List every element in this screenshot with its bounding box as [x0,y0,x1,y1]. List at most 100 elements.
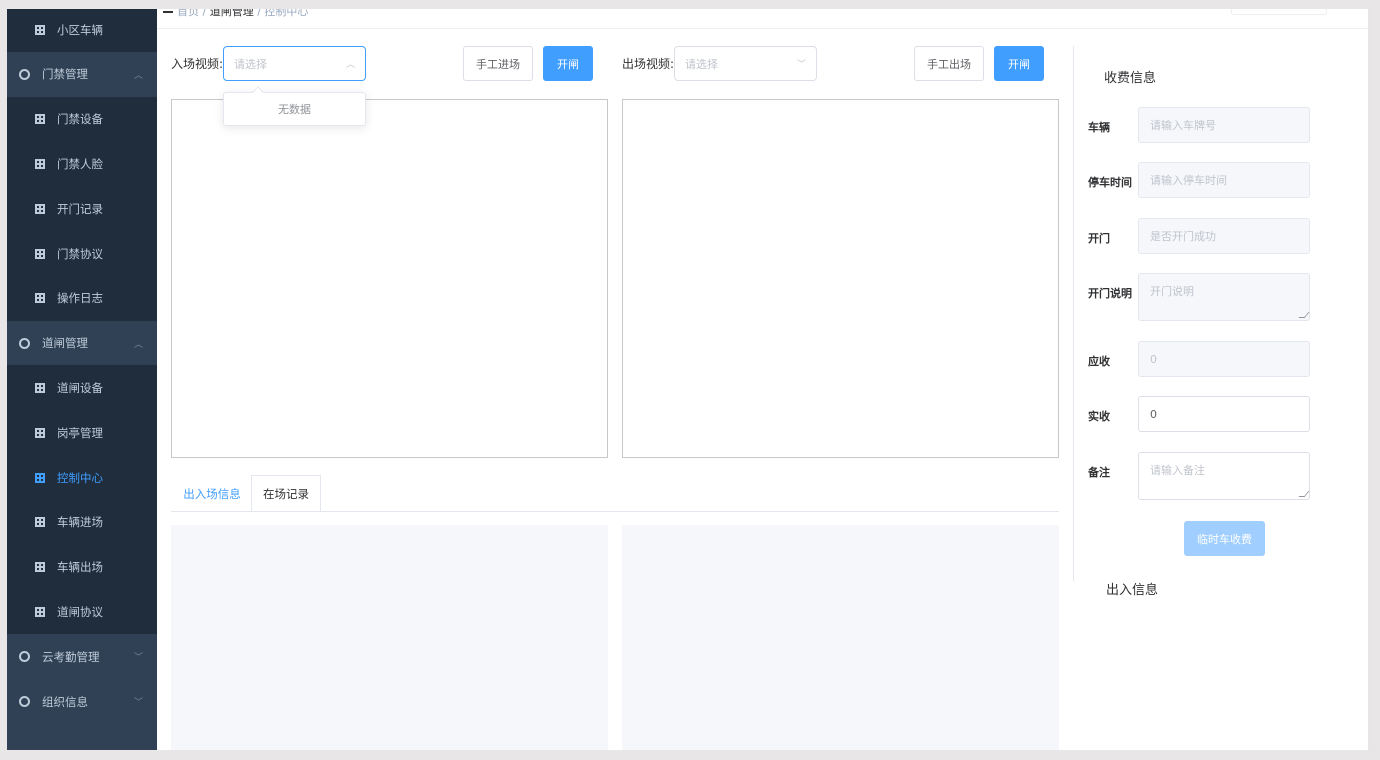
topbar: 首页 / 道闸管理 / 控制中心 [157,9,1371,29]
chevron-down-icon: ﹀ [133,653,143,664]
remark-placeholder: 请输入备注 [1150,464,1205,477]
vehicle-plate-placeholder: 请输入车牌号 [1150,119,1216,132]
sidebar-item-label: 开门记录 [57,201,103,216]
sidebar-item[interactable]: 道闸管理 ︿ [7,320,157,366]
grid-icon [35,158,45,169]
entry-open-gate-button[interactable]: 开闸 [543,46,593,81]
sidebar-item-label: 道闸管理 [42,336,88,351]
grid-icon [35,472,45,483]
hamburger-icon[interactable] [163,9,173,13]
exit-open-gate-button[interactable]: 开闸 [994,46,1044,81]
sidebar-item-label: 门禁人脸 [57,156,103,171]
sidebar-item[interactable]: 门禁协议 [7,231,157,276]
open-note-textarea[interactable]: 开门说明 [1138,273,1310,321]
grid-icon [35,248,45,259]
parking-time-input[interactable]: 请输入停车时间 [1138,162,1310,198]
resize-grip-icon[interactable] [1298,491,1310,497]
gear-icon [19,696,30,707]
sidebar-item[interactable]: 控制中心 [7,455,157,500]
breadcrumb-current: 控制中心 [264,9,309,18]
field-label-open-door: 开门 [1088,232,1110,245]
io-info-panel-left [171,525,608,750]
dropdown-arrow [252,86,264,98]
sidebar-item-label: 道闸协议 [57,604,103,619]
chevron-up-icon: ︿ [133,70,143,81]
sidebar: 小区车辆 门禁管理 ︿ 门禁设备门禁人脸开门记录门禁协议操作日志道闸管理 ︿ 道闸设备岗亭… [7,9,157,750]
chevron-up-icon: ︿ [133,339,143,350]
sidebar-item[interactable]: 道闸协议 [7,589,157,635]
parking-time-placeholder: 请输入停车时间 [1150,174,1227,187]
field-label-receivable: 应收 [1088,355,1110,368]
gear-icon [19,68,30,80]
entry-select-dropdown: 无数据 [223,86,366,126]
field-label-parking-time: 停车时间 [1088,176,1132,189]
temp-vehicle-charge-button[interactable]: 临时车收费 [1184,521,1265,556]
sidebar-item[interactable]: 门禁设备 [7,96,157,142]
sidebar-item[interactable]: 门禁人脸 [7,141,157,187]
chevron-down-icon: ﹀ [796,60,806,70]
received-input[interactable]: 0 [1138,396,1310,432]
sidebar-item-label: 岗亭管理 [57,425,103,440]
sidebar-item[interactable]: 道闸设备 [7,365,157,411]
grid-icon [35,382,45,393]
vehicle-plate-input[interactable]: 请输入车牌号 [1138,107,1310,143]
open-door-input[interactable]: 是否开门成功 [1138,218,1310,254]
sidebar-item-label: 车辆进场 [57,515,103,530]
tab-onsite-records[interactable]: 在场记录 [251,475,321,512]
grid-icon [35,562,45,573]
grid-icon [35,203,45,214]
field-label-received: 实收 [1088,410,1110,423]
entry-select-placeholder: 请选择 [234,57,267,71]
exit-video-select[interactable]: 请选择 ﹀ [674,46,817,81]
grid-icon [35,24,45,35]
sidebar-item[interactable]: 操作日志 [7,275,157,321]
breadcrumb: 首页 / 道闸管理 / 控制中心 [177,9,308,19]
fee-info-title: 收费信息 [1104,71,1157,86]
io-info-panel-right [622,525,1059,750]
remark-textarea[interactable]: 请输入备注 [1138,452,1310,500]
sidebar-item[interactable]: 云考勤管理 ﹀ [7,634,157,680]
sidebar-item[interactable]: 小区车辆 [7,9,157,52]
manual-exit-button[interactable]: 手工出场 [914,46,984,81]
sidebar-item[interactable]: 车辆进场 [7,499,157,545]
exit-video-panel [622,99,1059,458]
chevron-up-icon: ︿ [345,60,355,70]
manual-entry-button[interactable]: 手工进场 [463,46,533,81]
sidebar-item[interactable]: 岗亭管理 [7,410,157,456]
resize-grip-icon[interactable] [1298,312,1310,318]
sidebar-item-label: 道闸设备 [57,380,103,395]
sidebar-item-label: 车辆出场 [57,560,103,575]
sidebar-item-label: 门禁设备 [57,112,103,127]
sidebar-item-label: 组织信息 [42,694,88,709]
page-scrollbar[interactable] [1368,9,1371,750]
top-right-control[interactable] [1231,9,1327,15]
tabs-divider [171,511,1059,512]
field-label-remark: 备注 [1088,466,1110,479]
exit-select-placeholder: 请选择 [685,57,718,71]
sidebar-item-label: 门禁协议 [57,246,103,261]
right-panel-divider [1073,46,1074,581]
tab-io-info[interactable]: 出入场信息 [175,475,249,512]
sidebar-item-label: 控制中心 [57,470,103,485]
open-note-placeholder: 开门说明 [1150,285,1194,298]
sidebar-item[interactable]: 组织信息 ﹀ [7,679,157,724]
sidebar-item[interactable]: 车辆出场 [7,544,157,590]
exit-video-label: 出场视频: [622,57,675,71]
receivable-input[interactable]: 0 [1138,341,1310,377]
entry-video-select[interactable]: 请选择 ︿ [223,46,366,81]
chevron-down-icon: ﹀ [133,698,143,708]
app-frame: 小区车辆 门禁管理 ︿ 门禁设备 门禁人脸 开门记录 门禁协议 操作日志 道闸管理 ︿ 道闸设备 岗亭… [7,9,1371,750]
sidebar-item[interactable]: 门禁管理 ︿ [7,51,157,97]
grid-icon [35,114,45,125]
io-info-title: 出入信息 [1106,583,1159,598]
receivable-value: 0 [1150,352,1157,366]
open-door-placeholder: 是否开门成功 [1150,230,1216,243]
grid-icon [35,427,45,438]
sidebar-item[interactable]: 开门记录 [7,186,157,232]
grid-icon [35,517,45,528]
breadcrumb-home[interactable]: 首页 [177,9,199,18]
gear-icon [19,651,30,663]
breadcrumb-level2[interactable]: 道闸管理 [210,9,254,18]
sidebar-item-label: 操作日志 [57,291,103,306]
entry-video-label: 入场视频: [171,57,224,71]
